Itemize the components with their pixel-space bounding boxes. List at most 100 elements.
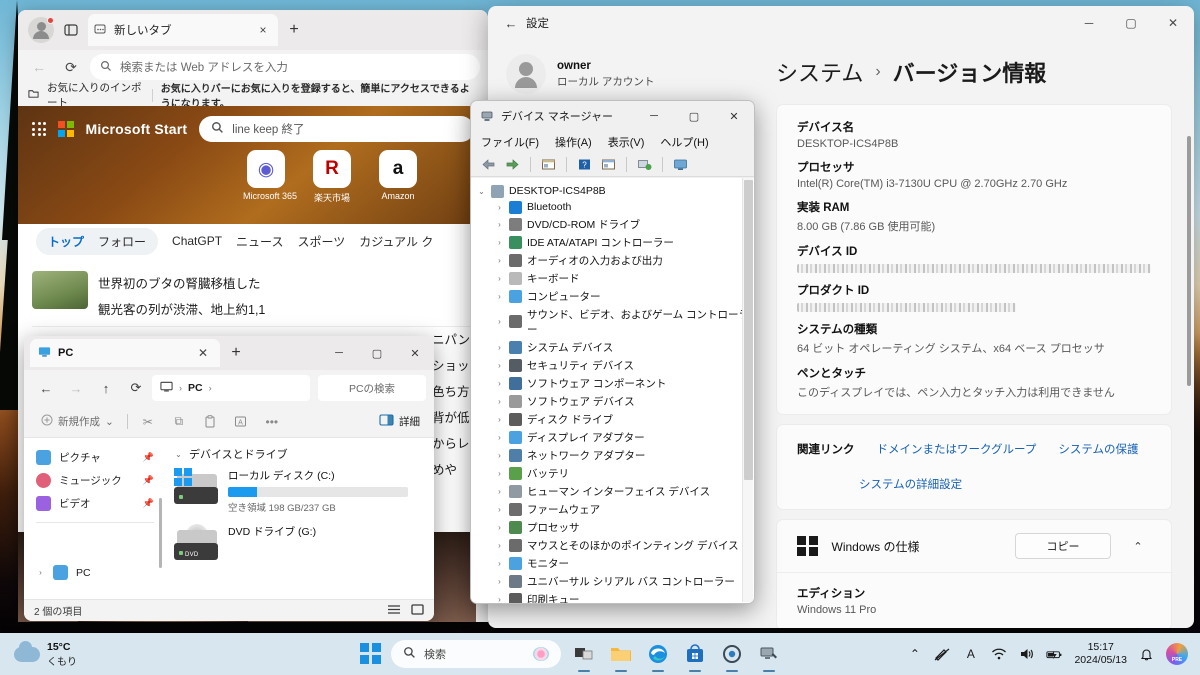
chevron-right-icon[interactable]: › [495,379,504,388]
minimize-button[interactable]: ─ [320,336,358,370]
chevron-right-icon[interactable]: › [495,577,504,586]
msn-app-tile[interactable]: a Amazon [375,150,421,204]
device-tree-node[interactable]: › ヒューマン インターフェイス デバイス [477,482,754,500]
battery-icon[interactable] [1046,646,1063,663]
device-tree-node[interactable]: › サウンド、ビデオ、およびゲーム コントローラー [477,305,754,338]
menu-view[interactable]: 表示(V) [608,134,645,150]
drive-item-local-disk[interactable]: ローカル ディスク (C:) 空き領域 198 GB/237 GB [174,468,424,514]
menu-action[interactable]: 操作(A) [555,134,592,150]
copilot-icon[interactable]: PRE [1166,643,1188,665]
device-tree-node[interactable]: › ソフトウェア コンポーネント [477,374,754,392]
msn-nav-casual[interactable]: カジュアル ク [359,233,433,250]
windows-spec-header[interactable]: Windows の仕様 コピー ⌃ [777,520,1171,572]
back-arrow-icon[interactable] [479,155,498,174]
chevron-right-icon[interactable]: › [495,523,504,532]
device-tree-node[interactable]: › システム デバイス [477,338,754,356]
pen-disabled-icon[interactable] [934,646,951,663]
bing-flower-icon[interactable] [533,647,549,661]
chevron-down-icon[interactable]: ⌄ [477,187,486,196]
maximize-button[interactable]: ▢ [358,336,396,370]
chevron-right-icon[interactable]: › [495,274,504,283]
microsoft-edge-icon[interactable] [644,640,672,672]
chevron-right-icon[interactable]: › [495,487,504,496]
device-tree-node[interactable]: › ユニバーサル シリアル バス コントローラー [477,572,754,590]
settings-back-button[interactable]: ← [496,10,526,36]
sidebar-item-pc[interactable]: › PC [32,561,158,584]
msn-nav-top[interactable]: トップ [48,233,84,250]
chevron-right-icon[interactable]: › [495,469,504,478]
minimize-button[interactable]: ─ [1068,6,1110,40]
msn-nav-news[interactable]: ニュース [236,233,283,250]
address-bar[interactable]: › PC › [152,375,310,401]
task-view-icon[interactable] [570,640,598,672]
chevron-right-icon[interactable]: › [495,397,504,406]
drive-item-dvd[interactable]: DVD DVD ドライブ (G:) [174,524,424,560]
chevron-right-icon[interactable]: › [495,451,504,460]
menu-help[interactable]: ヘルプ(H) [660,134,708,150]
volume-icon[interactable] [1018,646,1035,663]
start-button[interactable] [360,643,382,665]
device-tree-node[interactable]: › IDE ATA/ATAPI コントローラー [477,233,754,251]
device-tree-node[interactable]: › ディスプレイ アダプター [477,428,754,446]
explorer-tab[interactable]: PC ✕ [30,339,220,367]
device-tree-node[interactable]: › ディスク ドライブ [477,410,754,428]
chevron-right-icon[interactable]: › [495,203,504,212]
pin-icon[interactable]: 📌 [143,452,154,463]
taskbar-search-box[interactable]: 検索 [391,640,561,668]
chevron-right-icon[interactable]: › [495,361,504,370]
device-tree-node[interactable]: › DVD/CD-ROM ドライブ [477,215,754,233]
link-domain-workgroup[interactable]: ドメインまたはワークグループ [877,441,1037,457]
file-explorer-icon[interactable] [607,640,635,672]
feed-headline[interactable]: 観光客の列が渋滞、地上約1,1 [98,297,265,323]
breadcrumb-root[interactable]: システム [776,56,863,88]
tab-actions-icon[interactable] [58,17,84,43]
chevron-right-icon[interactable]: › [495,433,504,442]
close-button[interactable]: ✕ [396,336,434,370]
device-manager-scrollbar[interactable] [742,178,753,602]
pin-icon[interactable]: 📌 [143,475,154,486]
close-button[interactable]: ✕ [714,101,754,131]
address-bar[interactable]: 検索または Web アドレスを入力 [90,54,480,80]
app-launcher-icon[interactable] [32,122,46,136]
device-tree-node[interactable]: › オーディオの入力および出力 [477,251,754,269]
device-tree-node[interactable]: › ネットワーク アダプター [477,446,754,464]
refresh-button[interactable]: ⟳ [122,375,150,401]
more-options-icon[interactable]: ••• [258,410,286,434]
chevron-right-icon[interactable]: › [36,568,45,577]
minimize-button[interactable]: ─ [634,101,674,131]
back-button[interactable]: ← [32,375,60,401]
device-tree-node[interactable]: › マウスとそのほかのポインティング デバイス [477,536,754,554]
copy-icon[interactable]: ⧉ [165,410,193,434]
device-tree-node[interactable]: › Bluetooth [477,199,754,215]
explorer-navigation-pane[interactable]: ピクチャ 📌 ミュージック 📌 ビデオ 📌 › PC [24,438,164,599]
pin-icon[interactable]: 📌 [143,498,154,509]
device-tree-node[interactable]: › セキュリティ デバイス [477,356,754,374]
chevron-right-icon[interactable]: › [495,256,504,265]
wifi-icon[interactable] [990,646,1007,663]
maximize-button[interactable]: ▢ [674,101,714,131]
cut-icon[interactable]: ✂ [134,410,162,434]
tree-root-node[interactable]: ⌄ DESKTOP-ICS4P8B [477,183,754,199]
msn-search-input[interactable]: line keep 終了 [199,116,474,142]
maximize-button[interactable]: ▢ [1110,6,1152,40]
browser-tab[interactable]: 新しいタブ × [88,14,278,46]
notification-bell-icon[interactable] [1138,646,1155,663]
link-advanced-system-settings[interactable]: システムの詳細設定 [859,479,962,491]
ime-indicator[interactable]: A [962,646,979,663]
browser-reload-icon[interactable]: ⟳ [58,54,84,80]
device-manager-window[interactable]: デバイス マネージャー ─ ▢ ✕ ファイル(F) 操作(A) 表示(V) ヘル… [470,100,755,604]
msn-app-tile[interactable]: R 楽天市場 [309,150,355,204]
help-icon[interactable]: ? [575,155,594,174]
sidebar-item-pictures[interactable]: ピクチャ 📌 [32,446,158,469]
show-hidden-icon[interactable] [599,155,618,174]
msn-app-tile[interactable]: ◉ Microsoft 365 [243,150,297,204]
close-tab-icon[interactable]: ✕ [194,344,212,362]
device-tree-node[interactable]: › モニター [477,554,754,572]
details-pane-icon[interactable] [411,603,424,618]
msn-nav-chatgpt[interactable]: ChatGPT [172,234,222,248]
new-item-button[interactable]: 新規作成 ⌄ [34,411,121,432]
copy-button[interactable]: コピー [1015,533,1111,559]
device-tree-node[interactable]: › プロセッサ [477,518,754,536]
settings-icon[interactable] [718,640,746,672]
sidebar-item-music[interactable]: ミュージック 📌 [32,469,158,492]
